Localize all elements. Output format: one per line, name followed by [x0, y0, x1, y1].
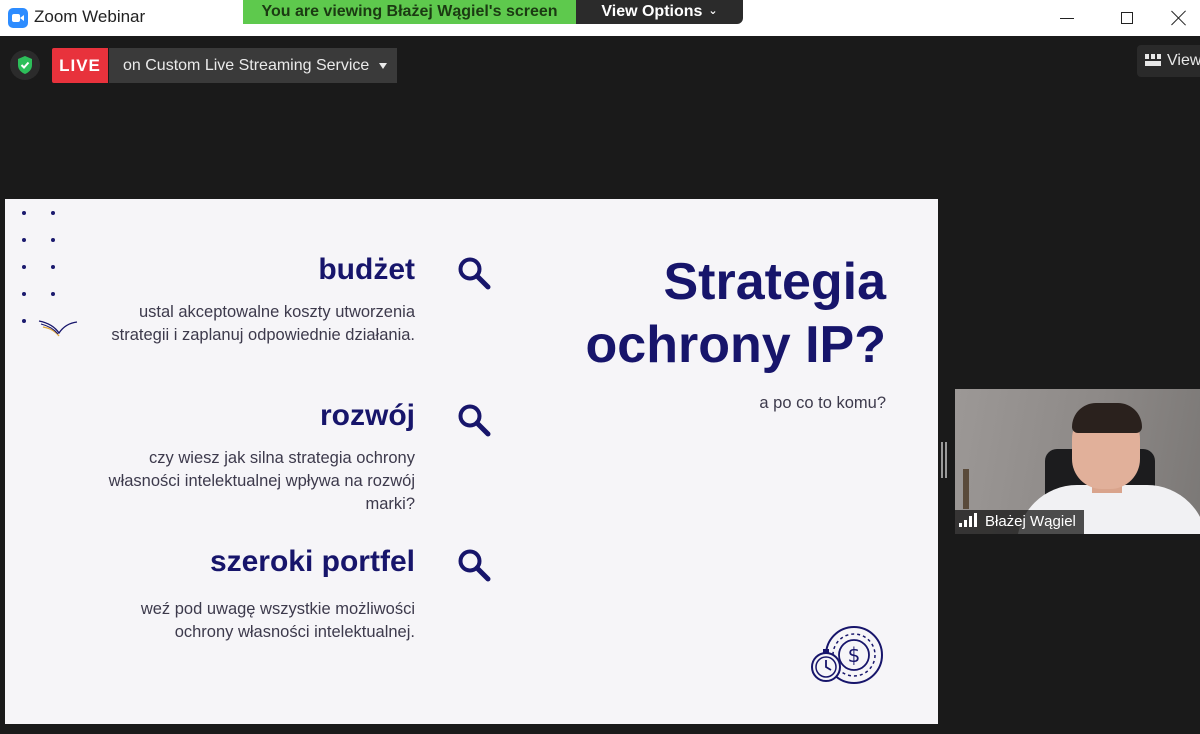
security-shield-icon[interactable] [10, 50, 40, 80]
view-options-button[interactable]: View Options ⌄ [576, 0, 743, 24]
panel-resize-handle[interactable] [941, 442, 949, 478]
decorative-dot [22, 211, 26, 215]
decorative-dot [22, 238, 26, 242]
slide-subtitle: a po co to komu? [759, 394, 886, 412]
live-badge[interactable]: LIVE [52, 48, 108, 83]
close-icon [1171, 10, 1187, 26]
search-icon [458, 404, 491, 437]
view-label: View [1167, 52, 1200, 69]
title-bar: Zoom Webinar You are viewing Błażej Wągi… [0, 0, 1200, 36]
decorative-dot [51, 292, 55, 296]
bird-logo-icon [38, 320, 78, 337]
decorative-dot [22, 319, 26, 323]
section-heading-development: rozwój [320, 399, 415, 432]
maximize-icon [1121, 12, 1133, 24]
view-options-label: View Options [601, 3, 703, 20]
dropdown-caret-icon [379, 63, 387, 69]
slide-title-line: Strategia [663, 253, 886, 311]
section-text-budget: ustal akceptowalne koszty utworzenia str… [111, 303, 415, 344]
search-icon [458, 549, 491, 582]
section-heading-portfolio: szeroki portfel [209, 545, 415, 578]
slide-title: Strategia ochrony IP? [586, 251, 886, 377]
decorative-dot [51, 265, 55, 269]
participant-video-tile[interactable]: Błażej Wągiel [955, 389, 1200, 534]
decorative-dot [51, 238, 55, 242]
stream-service-label: on Custom Live Streaming Service [123, 57, 370, 74]
decorative-dot [22, 265, 26, 269]
live-stream-dropdown[interactable]: on Custom Live Streaming Service [109, 48, 397, 83]
decorative-dot [51, 211, 55, 215]
slide-title-line: ochrony IP? [585, 316, 886, 374]
grid-layout-icon [1145, 54, 1161, 66]
search-icon [458, 257, 491, 290]
shared-screen-slide: budżet ustal akceptowalne koszty utworze… [5, 199, 938, 724]
participant-name-tag: Błażej Wągiel [955, 510, 1084, 534]
connection-signal-icon [959, 513, 979, 527]
section-text-portfolio: weź pod uwagę wszystkie możliwości ochro… [140, 600, 415, 641]
zoom-app-icon [8, 8, 28, 28]
close-window-button[interactable] [1157, 0, 1200, 36]
participant-name: Błażej Wągiel [985, 513, 1076, 530]
view-layout-button[interactable]: View [1137, 45, 1200, 77]
minimize-icon [1060, 17, 1074, 19]
section-heading-budget: budżet [318, 253, 415, 286]
section-text-development: czy wiesz jak silna strategia ochrony wł… [108, 449, 415, 513]
minimize-button[interactable] [1037, 0, 1097, 36]
screen-share-banner: You are viewing Błażej Wągiel's screen [243, 0, 576, 24]
money-time-icon: $ [811, 626, 883, 684]
decorative-dot [22, 292, 26, 296]
maximize-button[interactable] [1097, 0, 1157, 36]
window-title: Zoom Webinar [34, 7, 146, 26]
svg-text:$: $ [848, 643, 861, 667]
chevron-down-icon: ⌄ [708, 5, 718, 17]
